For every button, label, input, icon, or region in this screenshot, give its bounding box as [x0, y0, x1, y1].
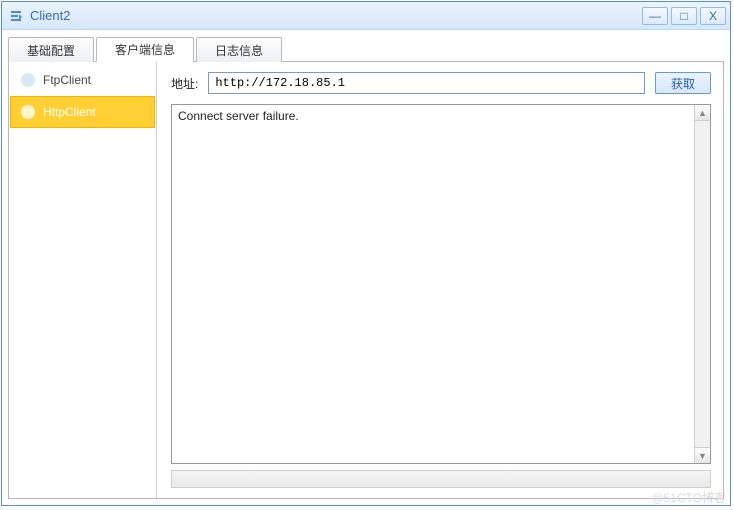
- app-icon: [8, 8, 24, 24]
- tab-logs[interactable]: 日志信息: [196, 37, 282, 62]
- titlebar[interactable]: Client2 — □ X: [2, 2, 730, 30]
- app-window: Client2 — □ X 基础配置 客户端信息 日志信息 FtpClient …: [1, 1, 731, 506]
- tabpage-clients: FtpClient HttpClient 地址: 获取 Connect serv…: [8, 62, 724, 499]
- maximize-button[interactable]: □: [671, 7, 697, 25]
- content-area: 基础配置 客户端信息 日志信息 FtpClient HttpClient 地址:: [2, 30, 730, 505]
- tabstrip: 基础配置 客户端信息 日志信息: [8, 36, 724, 62]
- fetch-button[interactable]: 获取: [655, 72, 711, 94]
- sidebar-item-label: FtpClient: [43, 73, 91, 87]
- tab-basic[interactable]: 基础配置: [8, 37, 94, 62]
- scroll-up-icon[interactable]: ▲: [695, 105, 710, 121]
- tab-label: 客户端信息: [115, 41, 175, 58]
- bullet-icon: [21, 105, 35, 119]
- address-label: 地址:: [171, 75, 198, 92]
- address-input[interactable]: [208, 72, 645, 94]
- tab-clients[interactable]: 客户端信息: [96, 37, 194, 62]
- status-bar: [171, 470, 711, 488]
- sidebar-item-ftp[interactable]: FtpClient: [10, 64, 155, 96]
- sidebar-item-label: HttpClient: [43, 105, 96, 119]
- tab-label: 基础配置: [27, 42, 75, 59]
- vertical-scrollbar[interactable]: ▲ ▼: [694, 105, 710, 463]
- bullet-icon: [21, 73, 35, 87]
- tab-label: 日志信息: [215, 42, 263, 59]
- scroll-down-icon[interactable]: ▼: [695, 447, 710, 463]
- output-panel: Connect server failure. ▲ ▼: [171, 104, 711, 464]
- minimize-button[interactable]: —: [642, 7, 668, 25]
- address-row: 地址: 获取: [171, 72, 711, 94]
- sidebar-item-http[interactable]: HttpClient: [10, 96, 155, 128]
- window-title: Client2: [30, 8, 70, 23]
- client-sidebar: FtpClient HttpClient: [9, 62, 157, 498]
- close-button[interactable]: X: [700, 7, 726, 25]
- scroll-track[interactable]: [695, 121, 710, 447]
- output-text[interactable]: Connect server failure.: [172, 105, 694, 463]
- main-panel: 地址: 获取 Connect server failure. ▲ ▼: [157, 62, 723, 498]
